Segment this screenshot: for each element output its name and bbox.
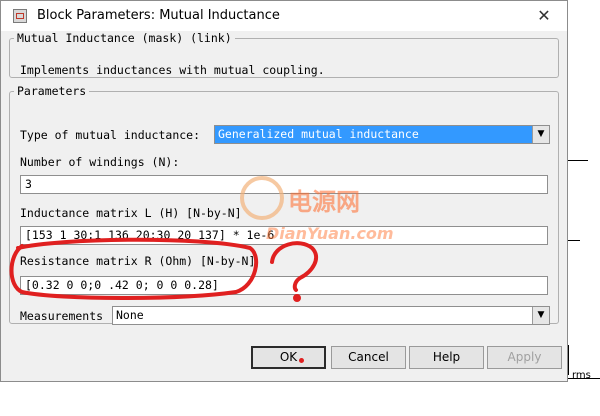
canvas-line [568, 240, 580, 241]
parameters-legend: Parameters [17, 84, 87, 98]
measurements-label: Measurements [20, 309, 104, 323]
mask-description: Implements inductances with mutual coupl… [20, 63, 325, 77]
resistance-field[interactable]: [0.32 0 0;0 .42 0; 0 0 0.28] [20, 276, 548, 295]
ok-button[interactable]: OK [251, 346, 326, 369]
measurements-select-value: None [116, 308, 144, 322]
inductance-label: Inductance matrix L (H) [N-by-N] [20, 206, 242, 220]
title-bar: Block Parameters: Mutual Inductance ✕ [1, 1, 567, 31]
close-icon[interactable]: ✕ [533, 5, 555, 27]
canvas-line [568, 345, 569, 375]
inductance-field[interactable]: [153 1 30;1 136 20;30 20 137] * 1e-6 [20, 226, 548, 245]
simulink-block-icon [13, 9, 27, 23]
parameters-group: Parameters Type of mutual inductance: Ge… [9, 84, 559, 325]
type-select-value: Generalized mutual inductance [215, 126, 532, 143]
canvas-line [568, 160, 588, 161]
annotation-dot [299, 358, 304, 363]
canvas-rms-label: rms [572, 370, 591, 381]
cancel-button[interactable]: Cancel [331, 346, 406, 369]
type-select[interactable]: Generalized mutual inductance ▼ [214, 125, 550, 144]
resistance-label: Resistance matrix R (Ohm) [N-by-N] [20, 254, 256, 268]
block-parameters-dialog: Block Parameters: Mutual Inductance ✕ Mu… [0, 0, 568, 382]
chevron-down-icon[interactable]: ▼ [532, 307, 549, 324]
measurements-select[interactable]: None ▼ [112, 306, 550, 325]
mask-legend: Mutual Inductance (mask) (link) [17, 31, 232, 45]
type-label: Type of mutual inductance: [20, 128, 201, 142]
window-title: Block Parameters: Mutual Inductance [37, 8, 280, 23]
mask-group: Mutual Inductance (mask) (link) Implemen… [9, 31, 559, 78]
windings-label: Number of windings (N): [20, 155, 180, 169]
windings-field[interactable]: 3 [20, 175, 548, 194]
chevron-down-icon[interactable]: ▼ [532, 126, 549, 143]
help-button[interactable]: Help [409, 346, 484, 369]
apply-button[interactable]: Apply [487, 346, 562, 369]
